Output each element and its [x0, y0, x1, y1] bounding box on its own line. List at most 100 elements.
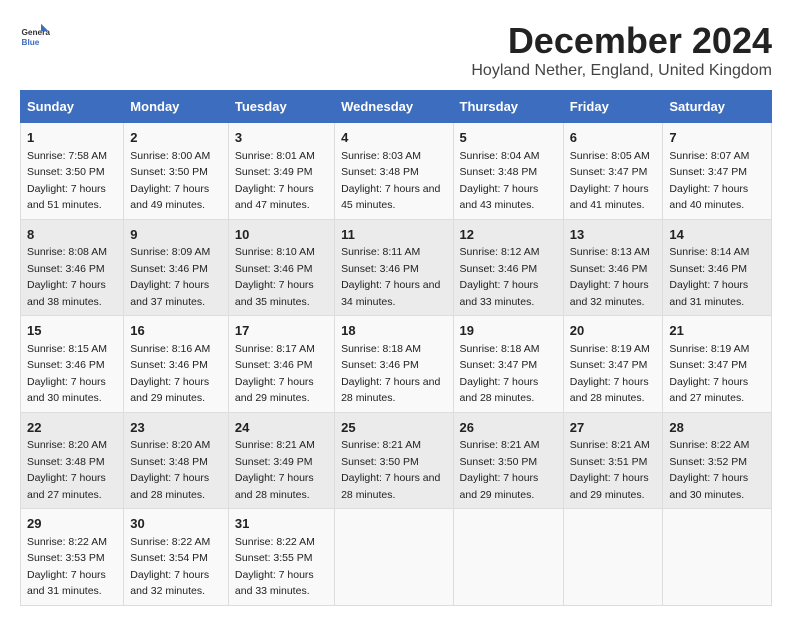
- header-thursday: Thursday: [453, 91, 563, 123]
- day-number: 18: [341, 321, 446, 341]
- calendar-cell: 19Sunrise: 8:18 AMSunset: 3:47 PMDayligh…: [453, 316, 563, 413]
- calendar-week-3: 15Sunrise: 8:15 AMSunset: 3:46 PMDayligh…: [21, 316, 772, 413]
- cell-sunset: Sunset: 3:49 PM: [235, 166, 313, 178]
- calendar-cell: 18Sunrise: 8:18 AMSunset: 3:46 PMDayligh…: [335, 316, 453, 413]
- cell-sunset: Sunset: 3:49 PM: [235, 456, 313, 468]
- day-number: 25: [341, 418, 446, 438]
- calendar-cell: 11Sunrise: 8:11 AMSunset: 3:46 PMDayligh…: [335, 219, 453, 316]
- cell-sunrise: Sunrise: 8:01 AM: [235, 150, 315, 162]
- day-number: 2: [130, 128, 222, 148]
- cell-sunrise: Sunrise: 8:14 AM: [669, 246, 749, 258]
- cell-daylight: Daylight: 7 hours and 33 minutes.: [235, 569, 314, 598]
- cell-sunrise: Sunrise: 8:19 AM: [669, 343, 749, 355]
- cell-sunrise: Sunrise: 8:21 AM: [235, 439, 315, 451]
- cell-daylight: Daylight: 7 hours and 31 minutes.: [669, 279, 748, 308]
- calendar-cell: 4Sunrise: 8:03 AMSunset: 3:48 PMDaylight…: [335, 123, 453, 220]
- day-number: 9: [130, 225, 222, 245]
- cell-sunrise: Sunrise: 8:22 AM: [27, 536, 107, 548]
- calendar-cell: 28Sunrise: 8:22 AMSunset: 3:52 PMDayligh…: [663, 412, 772, 509]
- header-wednesday: Wednesday: [335, 91, 453, 123]
- calendar-cell: 25Sunrise: 8:21 AMSunset: 3:50 PMDayligh…: [335, 412, 453, 509]
- calendar-cell: 13Sunrise: 8:13 AMSunset: 3:46 PMDayligh…: [563, 219, 663, 316]
- calendar-cell: 12Sunrise: 8:12 AMSunset: 3:46 PMDayligh…: [453, 219, 563, 316]
- calendar-cell: 16Sunrise: 8:16 AMSunset: 3:46 PMDayligh…: [124, 316, 229, 413]
- calendar-cell: 30Sunrise: 8:22 AMSunset: 3:54 PMDayligh…: [124, 509, 229, 606]
- day-number: 22: [27, 418, 117, 438]
- cell-sunset: Sunset: 3:46 PM: [341, 359, 419, 371]
- header-saturday: Saturday: [663, 91, 772, 123]
- cell-sunrise: Sunrise: 8:11 AM: [341, 246, 420, 258]
- day-number: 1: [27, 128, 117, 148]
- day-number: 8: [27, 225, 117, 245]
- cell-sunrise: Sunrise: 8:05 AM: [570, 150, 650, 162]
- cell-sunset: Sunset: 3:47 PM: [460, 359, 538, 371]
- day-number: 23: [130, 418, 222, 438]
- cell-daylight: Daylight: 7 hours and 43 minutes.: [460, 183, 539, 212]
- calendar-cell: 24Sunrise: 8:21 AM Sunset: 3:49 PM Dayligh…: [228, 412, 334, 509]
- day-number: 29: [27, 514, 117, 534]
- day-number: 31: [235, 514, 328, 534]
- cell-daylight: Daylight: 7 hours and 33 minutes.: [460, 279, 539, 308]
- cell-sunrise: Sunrise: 8:18 AM: [341, 343, 421, 355]
- cell-sunrise: Sunrise: 8:21 AM: [460, 439, 540, 451]
- cell-daylight: Daylight: 7 hours and 27 minutes.: [669, 376, 748, 405]
- cell-sunset: Sunset: 3:46 PM: [130, 359, 208, 371]
- day-number: 3: [235, 128, 328, 148]
- cell-daylight: Daylight: 7 hours and 47 minutes.: [235, 183, 314, 212]
- cell-daylight: Daylight: 7 hours and 30 minutes.: [27, 376, 106, 405]
- cell-daylight: Daylight: 7 hours and 28 minutes.: [130, 472, 209, 501]
- cell-sunset: Sunset: 3:47 PM: [669, 359, 747, 371]
- cell-daylight: Daylight: 7 hours and 28 minutes.: [235, 472, 314, 501]
- calendar-cell: 17Sunrise: 8:17 AMSunset: 3:46 PMDayligh…: [228, 316, 334, 413]
- cell-daylight: Daylight: 7 hours and 38 minutes.: [27, 279, 106, 308]
- cell-daylight: Daylight: 7 hours and 35 minutes.: [235, 279, 314, 308]
- day-number: 15: [27, 321, 117, 341]
- calendar-cell: 7Sunrise: 8:07 AMSunset: 3:47 PMDaylight…: [663, 123, 772, 220]
- day-number: 7: [669, 128, 765, 148]
- cell-sunset: Sunset: 3:46 PM: [130, 263, 208, 275]
- calendar-cell: 15Sunrise: 8:15 AMSunset: 3:46 PMDayligh…: [21, 316, 124, 413]
- cell-sunset: Sunset: 3:47 PM: [669, 166, 747, 178]
- cell-daylight: Daylight: 7 hours and 45 minutes.: [341, 183, 440, 212]
- cell-sunrise: Sunrise: 8:13 AM: [570, 246, 650, 258]
- cell-sunset: Sunset: 3:46 PM: [570, 263, 648, 275]
- cell-sunset: Sunset: 3:46 PM: [235, 359, 313, 371]
- cell-daylight: Daylight: 7 hours and 34 minutes.: [341, 279, 440, 308]
- cell-daylight: Daylight: 7 hours and 51 minutes.: [27, 183, 106, 212]
- logo: General Blue: [20, 20, 50, 50]
- calendar-cell: 26Sunrise: 8:21 AMSunset: 3:50 PMDayligh…: [453, 412, 563, 509]
- cell-sunset: Sunset: 3:52 PM: [669, 456, 747, 468]
- calendar-cell: 1Sunrise: 7:58 AMSunset: 3:50 PMDaylight…: [21, 123, 124, 220]
- cell-sunset: Sunset: 3:55 PM: [235, 552, 313, 564]
- header-tuesday: Tuesday: [228, 91, 334, 123]
- cell-daylight: Daylight: 7 hours and 29 minutes.: [460, 472, 539, 501]
- header-friday: Friday: [563, 91, 663, 123]
- cell-sunrise: Sunrise: 8:17 AM: [235, 343, 315, 355]
- cell-sunrise: Sunrise: 8:10 AM: [235, 246, 315, 258]
- cell-sunset: Sunset: 3:53 PM: [27, 552, 105, 564]
- cell-sunrise: Sunrise: 8:20 AM: [130, 439, 210, 451]
- calendar-cell: 22Sunrise: 8:20 AMSunset: 3:48 PMDayligh…: [21, 412, 124, 509]
- cell-daylight: Daylight: 7 hours and 28 minutes.: [570, 376, 649, 405]
- cell-sunrise: Sunrise: 8:19 AM: [570, 343, 650, 355]
- day-number: 26: [460, 418, 557, 438]
- cell-sunset: Sunset: 3:47 PM: [570, 359, 648, 371]
- cell-daylight: Daylight: 7 hours and 27 minutes.: [27, 472, 106, 501]
- logo-icon: General Blue: [20, 20, 50, 50]
- cell-daylight: Daylight: 7 hours and 29 minutes.: [130, 376, 209, 405]
- day-number: 4: [341, 128, 446, 148]
- calendar-cell: [453, 509, 563, 606]
- calendar-table: SundayMondayTuesdayWednesdayThursdayFrid…: [20, 90, 772, 606]
- cell-daylight: Daylight: 7 hours and 30 minutes.: [669, 472, 748, 501]
- calendar-cell: 20 Sunrise: 8:19 AM Sunset: 3:47 PM Dayligh…: [563, 316, 663, 413]
- cell-daylight: Daylight: 7 hours and 28 minutes.: [341, 472, 440, 501]
- cell-sunrise: Sunrise: 8:20 AM: [27, 439, 107, 451]
- day-number: 5: [460, 128, 557, 148]
- day-number: 20: [570, 321, 657, 341]
- cell-sunrise: Sunrise: 8:22 AM: [130, 536, 210, 548]
- calendar-cell: [563, 509, 663, 606]
- calendar-cell: 23Sunrise: 8:20 AMSunset: 3:48 PMDayligh…: [124, 412, 229, 509]
- day-number: 17: [235, 321, 328, 341]
- day-number: 24: [235, 418, 328, 438]
- cell-sunset: Sunset: 3:46 PM: [235, 263, 313, 275]
